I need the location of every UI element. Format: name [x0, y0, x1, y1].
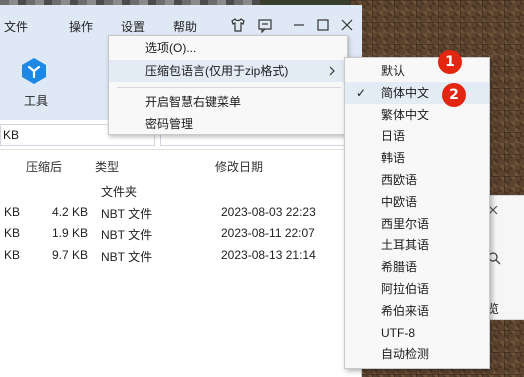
- table-row[interactable]: 文件夹: [0, 183, 362, 203]
- lang-hebrew[interactable]: 希伯来语: [345, 300, 489, 322]
- lang-central-european[interactable]: 中欧语: [345, 191, 489, 213]
- check-icon: ✓: [356, 85, 367, 100]
- row-size: KB: [4, 205, 21, 219]
- row-type: NBT 文件: [101, 250, 153, 264]
- menu-item-smart-context[interactable]: 开启智慧右键菜单: [109, 91, 347, 113]
- lang-turkish[interactable]: 土耳其语: [345, 234, 489, 256]
- lang-cyrillic[interactable]: 西里尔语: [345, 213, 489, 235]
- menu-item-options[interactable]: 选项(O)...: [109, 37, 347, 59]
- row-date: 2023-08-13 21:14: [221, 248, 316, 262]
- step-badge-1: 1: [438, 50, 462, 74]
- chevron-right-icon: [329, 66, 335, 76]
- column-modified[interactable]: 修改日期: [215, 158, 263, 175]
- lang-japanese[interactable]: 日语: [345, 125, 489, 147]
- menu-item-password[interactable]: 密码管理: [109, 113, 347, 135]
- column-compressed[interactable]: 压缩后: [26, 158, 62, 175]
- row-compressed: 9.7 KB: [52, 248, 89, 262]
- menu-item-label: 压缩包语言(仅用于zip格式): [145, 64, 289, 78]
- tools-button-label[interactable]: 工具: [24, 92, 48, 109]
- lang-default[interactable]: 默认: [345, 60, 489, 82]
- minimize-icon[interactable]: [291, 17, 307, 33]
- lang-utf8[interactable]: UTF-8: [345, 322, 489, 344]
- row-size: KB: [4, 226, 21, 240]
- row-date: 2023-08-11 22:07: [221, 226, 315, 240]
- lang-traditional-chinese[interactable]: 繁体中文: [345, 104, 489, 126]
- menu-item-archive-language[interactable]: 压缩包语言(仅用于zip格式): [109, 60, 347, 82]
- lang-greek[interactable]: 希腊语: [345, 256, 489, 278]
- close-icon[interactable]: [339, 17, 355, 33]
- row-type: NBT 文件: [101, 207, 153, 221]
- lang-arabic[interactable]: 阿拉伯语: [345, 278, 489, 300]
- row-compressed: 4.2 KB: [52, 205, 89, 219]
- step-badge-2: 2: [442, 83, 466, 107]
- menu-help[interactable]: 帮助: [173, 18, 197, 35]
- message-icon[interactable]: [257, 17, 273, 33]
- maximize-icon[interactable]: [315, 17, 331, 33]
- menu-separator: [117, 87, 341, 88]
- lang-western-european[interactable]: 西欧语: [345, 169, 489, 191]
- row-size: KB: [4, 248, 21, 262]
- lang-korean[interactable]: 韩语: [345, 147, 489, 169]
- table-row[interactable]: KB 4.2 KB NBT 文件 2023-08-03 22:23: [0, 205, 362, 225]
- row-compressed: 1.9 KB: [52, 226, 89, 240]
- skin-shirt-icon[interactable]: [230, 17, 246, 33]
- menu-edit[interactable]: 操作: [69, 18, 93, 35]
- lang-auto-detect[interactable]: 自动检测: [345, 343, 489, 365]
- table-row[interactable]: KB 9.7 KB NBT 文件 2023-08-13 21:14: [0, 248, 362, 268]
- column-header-row: 压缩后 类型 修改日期: [0, 158, 362, 178]
- context-menu: 选项(O)... 压缩包语言(仅用于zip格式) 开启智慧右键菜单 密码管理: [108, 35, 348, 135]
- lang-label: 简体中文: [381, 85, 430, 100]
- column-type[interactable]: 类型: [95, 158, 119, 175]
- table-row[interactable]: KB 1.9 KB NBT 文件 2023-08-11 22:07: [0, 226, 362, 246]
- menu-settings[interactable]: 设置: [121, 18, 145, 35]
- language-submenu: 默认 ✓ 简体中文 繁体中文 日语 韩语 西欧语 中欧语 西里尔语 土耳其语 希…: [344, 57, 490, 369]
- row-type: NBT 文件: [101, 228, 153, 242]
- tools-icon[interactable]: [20, 57, 48, 85]
- row-date: 2023-08-03 22:23: [221, 205, 316, 219]
- menu-file[interactable]: 文件: [4, 18, 28, 35]
- row-type: 文件夹: [101, 185, 138, 199]
- lang-simplified-chinese[interactable]: ✓ 简体中文: [345, 81, 489, 104]
